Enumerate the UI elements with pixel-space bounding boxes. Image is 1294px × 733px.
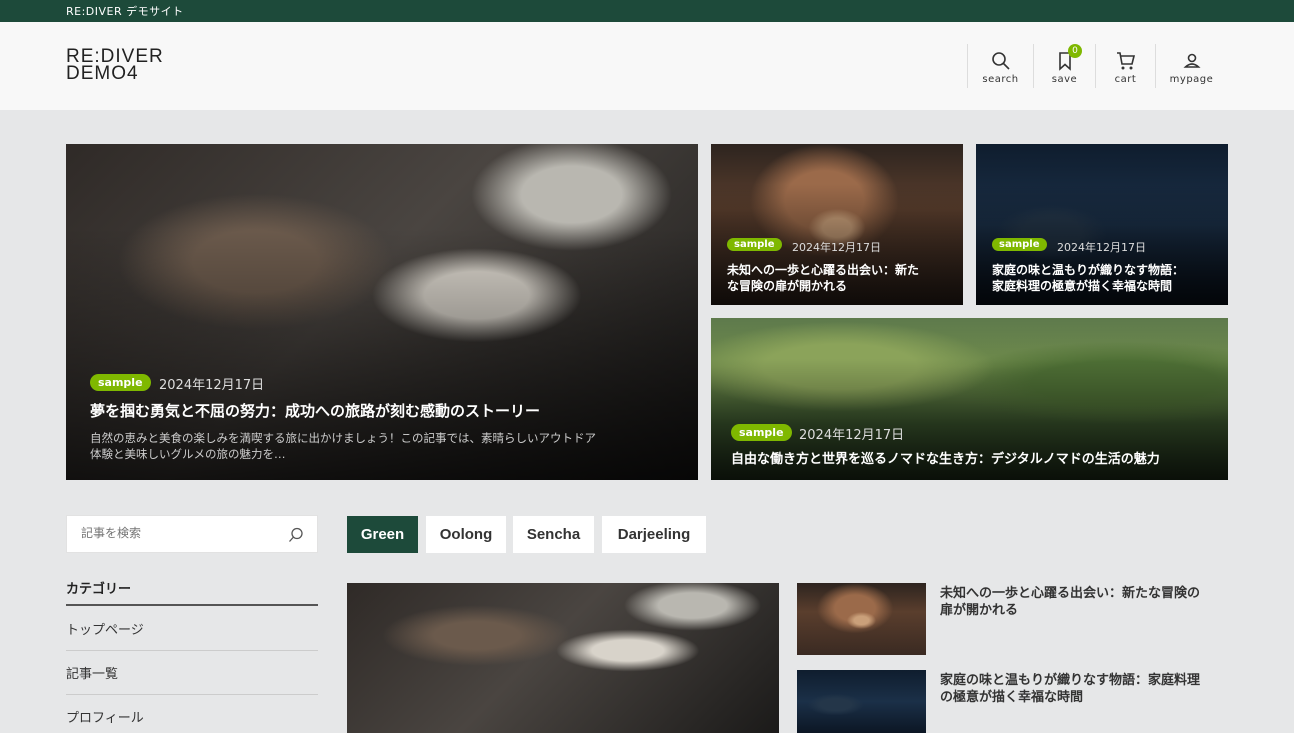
article-thumbnail[interactable] <box>797 670 926 733</box>
post-title: 家庭の味と温もりが織りなす物語： 家庭料理の極意が描く幸福な時間 <box>992 263 1185 293</box>
sidebar-search <box>66 515 318 553</box>
search-icon <box>991 52 1010 70</box>
article-thumbnail[interactable] <box>797 583 926 655</box>
cart-icon <box>1116 52 1135 70</box>
site-header: RE:DIVER DEMO4 search 0 save cart mypage <box>0 22 1294 110</box>
category-tag: sample <box>992 238 1047 251</box>
header-cart-button[interactable]: cart <box>1095 44 1155 88</box>
post-excerpt: 自然の恵みと美食の楽しみを満喫する旅に出かけましょう！この記事では、素晴らしいア… <box>90 431 596 461</box>
user-icon <box>1182 53 1201 68</box>
post-date: 2024年12月17日 <box>1057 241 1146 254</box>
post-title: 未知への一歩と心躍る出会い：新た な冒険の扉が開かれる <box>727 263 920 293</box>
category-tag: sample <box>727 238 782 251</box>
post-title: 自由な働き方と世界を巡るノマドな生き方：デジタルノマドの生活の魅力 <box>731 452 1160 467</box>
featured-side-card[interactable]: sample 2024年12月17日 家庭の味と温もりが織りなす物語： 家庭料理… <box>976 144 1228 305</box>
tab-oolong[interactable]: Oolong <box>426 516 506 553</box>
article-title[interactable]: 家庭の味と温もりが織りなす物語：家庭料理 の極意が描く幸福な時間 <box>940 672 1228 706</box>
tab-darjeeling[interactable]: Darjeeling <box>602 516 706 553</box>
search-input[interactable] <box>81 526 281 540</box>
tab-sencha[interactable]: Sencha <box>513 516 594 553</box>
category-tag: sample <box>731 424 792 441</box>
category-item-articles[interactable]: 記事一覧 <box>66 651 318 695</box>
save-count-badge: 0 <box>1068 44 1082 58</box>
post-title: 夢を掴む勇気と不屈の努力：成功への旅路が刻む感動のストーリー <box>90 402 541 420</box>
featured-main-card[interactable]: sample 2024年12月17日 夢を掴む勇気と不屈の努力：成功への旅路が刻… <box>66 144 698 480</box>
search-icon[interactable] <box>288 527 304 543</box>
post-date: 2024年12月17日 <box>792 241 881 254</box>
header-mypage-button[interactable]: mypage <box>1155 44 1227 88</box>
tab-green[interactable]: Green <box>347 516 418 553</box>
category-heading: カテゴリー <box>66 578 318 606</box>
site-logo[interactable]: RE:DIVER DEMO4 <box>66 47 164 83</box>
post-date: 2024年12月17日 <box>799 428 905 443</box>
top-bar: RE:DIVER デモサイト <box>0 0 1294 22</box>
category-item-top[interactable]: トップページ <box>66 607 318 651</box>
category-tag: sample <box>90 374 151 391</box>
header-save-button[interactable]: 0 save <box>1033 44 1095 88</box>
header-search-button[interactable]: search <box>967 44 1033 88</box>
category-item-profile[interactable]: プロフィール <box>66 695 318 733</box>
article-title[interactable]: 未知への一歩と心躍る出会い：新たな冒険の 扉が開かれる <box>940 585 1228 619</box>
featured-wide-card[interactable]: sample 2024年12月17日 自由な働き方と世界を巡るノマドな生き方：デ… <box>711 318 1228 480</box>
post-date: 2024年12月17日 <box>159 378 265 393</box>
site-name: RE:DIVER デモサイト <box>66 5 184 18</box>
article-main-thumbnail[interactable] <box>347 583 779 733</box>
featured-side-card[interactable]: sample 2024年12月17日 未知への一歩と心躍る出会い：新た な冒険の… <box>711 144 963 305</box>
